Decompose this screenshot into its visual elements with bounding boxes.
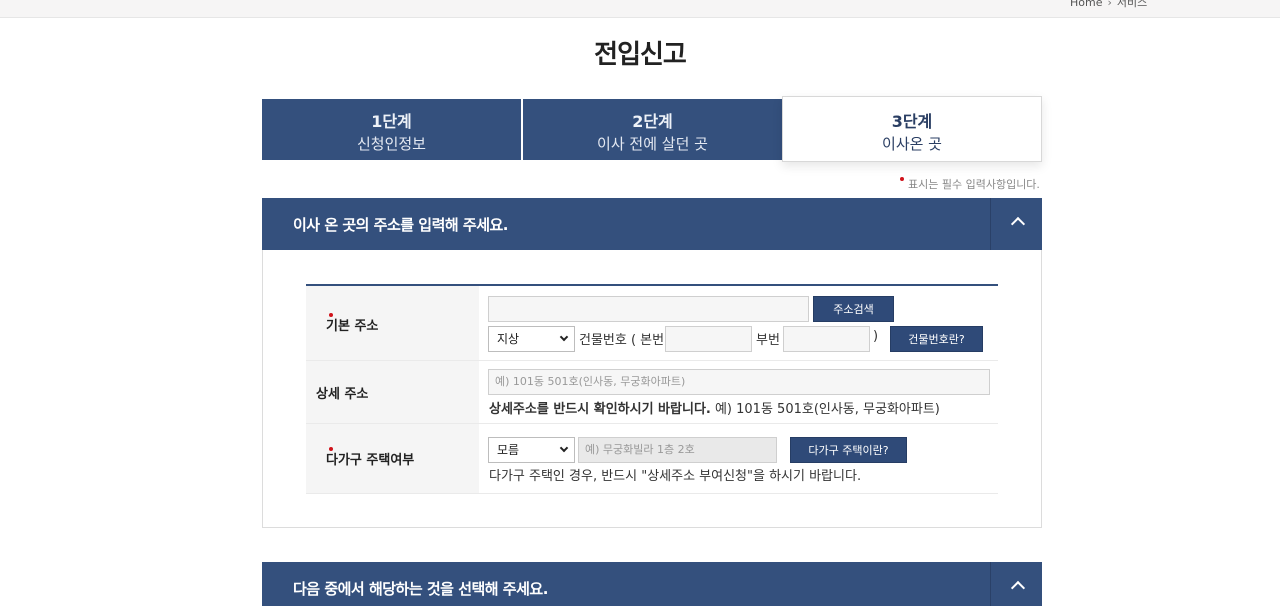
multi-household-select-value: 모름 [497,443,520,457]
chevron-up-icon [1010,216,1026,232]
chevron-up-icon [1010,580,1026,596]
detail-address-label: 상세 주소 [316,387,369,402]
section-title: 이사 온 곳의 주소를 입력해 주세요. [293,216,509,234]
detail-address-input[interactable]: 예) 101동 501호(인사동, 무궁화아파트) [488,369,990,395]
multi-household-select[interactable]: 모름 [488,437,575,463]
step-name: 신청인정보 [356,135,426,153]
sub-number-input[interactable] [783,326,870,352]
chevron-down-icon [559,332,569,342]
collapse-button[interactable] [990,198,1042,250]
row-label: 다가구 주택여부 [306,424,479,493]
step-number: 2단계 [632,112,673,131]
step-3-active: 3단계 이사온 곳 [782,96,1042,162]
multi-household-help-button[interactable]: 다가구 주택이란? [790,437,907,463]
step-name: 이사 전에 살던 곳 [597,135,708,153]
row-label: 상세 주소 [306,361,479,423]
step-1: 1단계 신청인정보 [262,99,521,160]
ground-select-value: 지상 [497,332,520,346]
detail-address-hint: 상세주소를 반드시 확인하시기 바랍니다. 예) 101동 501호(인사동, … [489,398,940,417]
detail-address-hint-bold: 상세주소를 반드시 확인하시기 바랍니다. [489,402,711,417]
row-label: 기본 주소 [306,286,479,360]
main-number-input[interactable] [665,326,752,352]
breadcrumb: Home › 서비스 [1070,0,1147,10]
form-row-detail-address: 상세 주소 예) 101동 501호(인사동, 무궁화아파트) 상세주소를 반드… [306,361,998,424]
collapse-button[interactable] [990,562,1042,606]
step-2: 2단계 이사 전에 살던 곳 [523,99,782,160]
form-row-multi-household: 다가구 주택여부 모름 예) 무궁화빌라 1층 2호 다가구 주택이란? 다가구… [306,424,998,494]
breadcrumb-home[interactable]: Home [1070,0,1102,9]
building-no-label: 건물번호 ( 본번 [579,333,665,348]
step-name: 이사온 곳 [882,135,942,153]
ground-select[interactable]: 지상 [488,326,575,352]
breadcrumb-current[interactable]: 서비스 [1117,0,1147,9]
section-header-address: 이사 온 곳의 주소를 입력해 주세요. [262,198,1042,250]
step-number: 1단계 [371,112,412,131]
address-form: 기본 주소 주소검색 지상 건물번호 ( 본번 부번 ) 건물번호란? 상세 주… [306,284,998,494]
close-paren: ) [873,329,879,344]
step-number: 3단계 [891,112,933,131]
sub-number-label: 부번 [756,333,780,348]
multi-household-hint: 다가구 주택인 경우, 반드시 "상세주소 부여신청"을 하시기 바랍니다. [489,469,862,484]
section-header-options: 다음 중에서 해당하는 것을 선택해 주세요. [262,562,1042,606]
building-number-help-button[interactable]: 건물번호란? [890,326,983,352]
address-search-button[interactable]: 주소검색 [813,296,894,322]
required-note: 표시는 필수 입력사항입니다. [900,176,1040,192]
detail-address-hint-example: 예) 101동 501호(인사동, 무궁화아파트) [710,402,940,417]
chevron-right-icon: › [1107,0,1112,9]
page-title: 전입신고 [594,40,687,70]
top-bar: Home › 서비스 [0,0,1280,18]
section-title: 다음 중에서 해당하는 것을 선택해 주세요. [293,580,548,598]
address-input[interactable] [488,296,809,322]
step-indicator: 1단계 신청인정보 2단계 이사 전에 살던 곳 3단계 이사온 곳 [262,96,1042,162]
required-note-text: 표시는 필수 입력사항입니다. [908,178,1040,191]
basic-address-label: 기본 주소 [326,319,379,334]
form-row-basic-address: 기본 주소 주소검색 지상 건물번호 ( 본번 부번 ) 건물번호란? [306,286,998,361]
required-dot-icon [329,313,333,317]
multi-household-label: 다가구 주택여부 [326,453,415,468]
multi-household-detail-input[interactable]: 예) 무궁화빌라 1층 2호 [578,437,777,463]
chevron-down-icon [559,443,569,453]
required-dot-icon [900,177,904,181]
required-dot-icon [329,447,333,451]
